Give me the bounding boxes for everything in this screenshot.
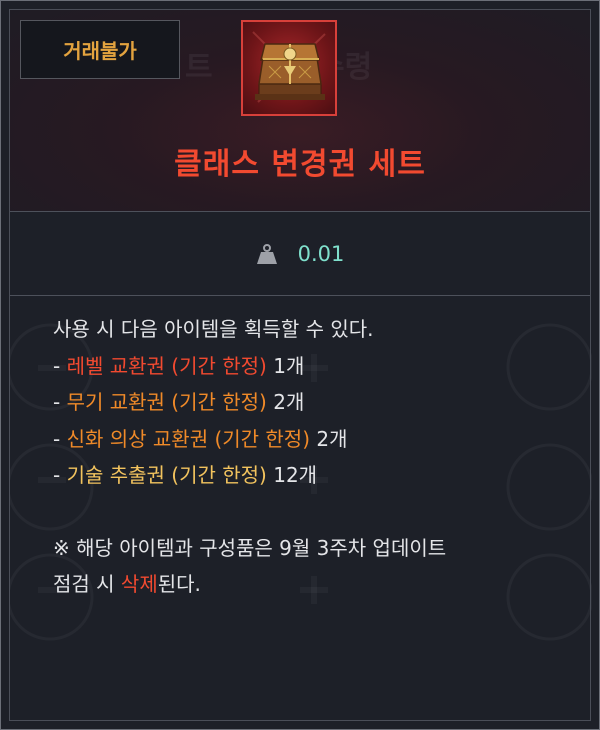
weight-row: 0.01 [10,212,590,296]
item-description: 사용 시 다음 아이템을 획득할 수 있다. - 레벨 교환권 (기간 한정) … [53,311,573,603]
reward-quantity: 1개 [266,353,305,378]
untradeable-badge: 거래불가 [20,20,180,79]
list-item: - 기술 추출권 (기간 한정) 12개 [53,463,318,487]
item-tooltip: 트 수령 거래불가 클래스 변경권 세트 0.01 사용 시 다음 아이템을 획… [0,0,600,730]
weight-value: 0.01 [297,241,345,266]
item-name: 클래스 변경권 세트 [174,147,426,182]
reward-quantity: 12개 [266,463,318,487]
reward-name: 레벨 교환권 (기간 한정) [66,353,267,378]
reward-name: 기술 추출권 (기간 한정) [66,463,267,487]
notice-line-1: ※ 해당 아이템과 구성품은 9월 3주차 업데이트 [53,535,447,560]
reward-quantity: 2개 [310,426,348,451]
list-item: - 레벨 교환권 (기간 한정) 1개 [53,353,305,378]
reward-quantity: 2개 [266,390,305,414]
weight-icon [256,243,277,264]
list-item: - 신화 의상 교환권 (기간 한정) 2개 [53,426,348,451]
treasure-chest-icon [241,20,337,116]
list-item: - 무기 교환권 (기간 한정) 2개 [53,390,305,414]
reward-name: 신화 의상 교환권 (기간 한정) [66,426,311,451]
description-intro: 사용 시 다음 아이템을 획득할 수 있다. [53,317,374,341]
reward-name: 무기 교환권 (기간 한정) [66,390,267,414]
notice-line-2: 점검 시 삭제된다. [53,572,201,596]
delete-highlight: 삭제 [120,572,158,596]
